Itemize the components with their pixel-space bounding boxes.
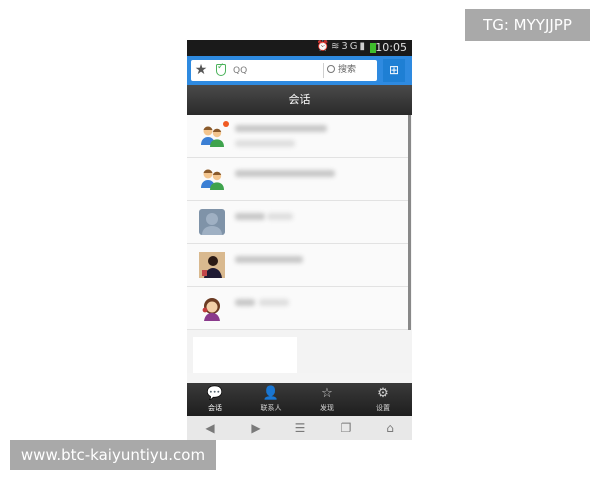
search-button-label: 搜索 [338,65,357,75]
forward-icon[interactable]: ▶ [243,419,269,437]
alarm-icon: ⏰ [316,41,331,52]
search-icon [327,65,335,73]
back-icon[interactable]: ◀ [197,419,223,437]
wifi-icon: ≋ [330,41,342,52]
user-avatar-photo [199,252,225,278]
browser-nav-bar: ◀ ▶ ☰ ❐ ⌂ [187,416,412,440]
shield-check-icon [216,62,226,76]
blurred-name [235,170,335,177]
group-avatar-icon [199,123,225,149]
tab-settings[interactable]: ⚙ 设置 [355,383,411,416]
blurred-message [235,140,295,147]
tab-label: 设置 [376,404,390,412]
phone-screen: ⏰≋3G▮ 10:05 ★ 搜索 ⊞ 会话 [187,40,412,440]
tab-discover[interactable]: ☆ 发现 [299,383,355,416]
search-divider [323,63,324,78]
conversation-row[interactable] [187,244,408,287]
tab-bar: 💬 会话 👤 联系人 ☆ 发现 ⚙ 设置 [187,383,412,416]
blurred-name [235,299,255,306]
windows-icon[interactable]: ❐ [333,419,359,437]
tab-label: 会话 [208,404,222,412]
network-type: 3G [341,41,360,52]
status-time: 10:05 [375,41,407,54]
blurred-name [235,213,265,220]
unread-dot [223,121,229,127]
search-bar: ★ 搜索 ⊞ [187,56,412,85]
status-bar: ⏰≋3G▮ 10:05 [187,40,412,56]
blurred-name [235,256,303,263]
scrollbar[interactable] [408,115,411,351]
blurred-message [267,213,293,220]
watermark-top-right: TG: MYYJJPP [465,9,590,41]
page-title: 会话 [187,85,412,115]
blurred-name [235,125,327,132]
signal-icon: ▮ [359,41,367,52]
conversation-row[interactable] [187,201,408,244]
search-input[interactable] [233,62,313,79]
star-icon[interactable]: ★ [193,61,209,79]
user-avatar-gray [199,209,225,235]
conversation-row[interactable] [187,115,408,158]
menu-icon[interactable]: ☰ [287,419,313,437]
home-icon[interactable]: ⌂ [377,419,403,437]
tab-label: 发现 [320,404,334,412]
blurred-block [193,337,297,373]
blurred-message [259,299,289,306]
gear-icon: ⚙ [377,386,389,401]
tab-chats[interactable]: 💬 会话 [187,383,243,416]
tab-label: 联系人 [260,404,282,412]
search-button[interactable]: 搜索 [327,60,373,81]
status-icons: ⏰≋3G▮ [317,41,367,52]
user-avatar-cartoon [199,295,225,321]
conversation-row[interactable] [187,158,408,201]
list-empty-area [187,330,412,373]
person-icon: 👤 [262,386,280,401]
chat-bubble-icon: 💬 [206,386,224,401]
conversation-row[interactable] [187,287,408,330]
group-avatar-icon [199,166,225,192]
search-box: ★ 搜索 [191,60,377,81]
star-icon: ☆ [321,386,333,401]
apps-icon[interactable]: ⊞ [383,59,405,82]
tab-contacts[interactable]: 👤 联系人 [243,383,299,416]
watermark-bottom-left: www.btc-kaiyuntiyu.com [10,440,216,470]
